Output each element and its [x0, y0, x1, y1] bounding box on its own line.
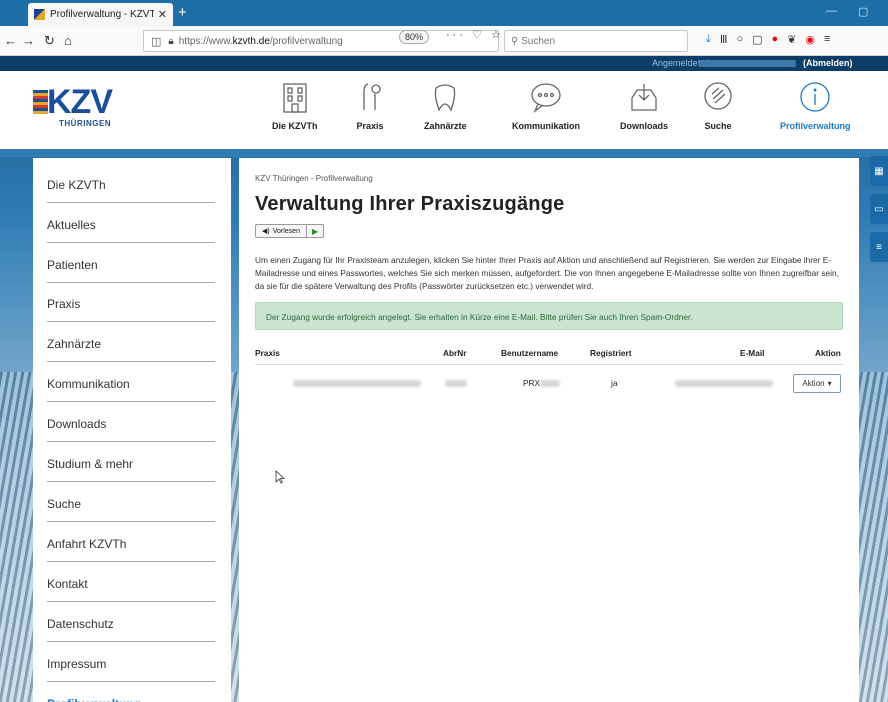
- kzv-favicon-icon: [34, 9, 45, 20]
- play-icon[interactable]: ▶: [307, 225, 323, 237]
- logo-flag-icon: [33, 90, 48, 114]
- tracking-shield-icon[interactable]: ◫: [151, 35, 161, 48]
- download-icon[interactable]: ⤓: [706, 33, 711, 46]
- topnav-kommunikation[interactable]: Kommunikation: [512, 79, 580, 143]
- topnav-suche[interactable]: Suche: [700, 79, 736, 143]
- sidenav-item-impressum[interactable]: Impressum: [47, 643, 215, 682]
- minimize-button[interactable]: —: [826, 5, 837, 17]
- reload-icon[interactable]: ↻: [44, 33, 55, 49]
- browser-tabbar: Profilverwaltung - KZVThüringen ✕ + — ▢: [0, 0, 888, 26]
- success-alert: Der Zugang wurde erfolgreich angelegt. S…: [255, 302, 843, 330]
- monitor-tab-icon[interactable]: ▭: [870, 194, 888, 224]
- extension-icons: ⤓ Ⅲ ○ ▢ ● ❦ ◉ ≡: [706, 33, 830, 46]
- speaker-icon: ◀): [262, 228, 270, 235]
- browser-toolbar: ← → ↻ ⌂ ◫ 🔒︎ https://www.kzvth.de/profil…: [0, 26, 888, 56]
- tooth-icon: [427, 79, 463, 115]
- sidenav-item-suche[interactable]: Suche: [47, 483, 215, 522]
- column-header-aktion: Aktion: [815, 348, 841, 358]
- maximize-button[interactable]: ▢: [858, 5, 868, 18]
- column-header-email: E-Mail: [740, 348, 765, 358]
- sidebar-icon[interactable]: ▢: [752, 33, 762, 46]
- topnav-downloads[interactable]: Downloads: [620, 79, 668, 143]
- logo-subtext: THÜRINGEN: [59, 119, 112, 128]
- sidenav-item-die-kzvth[interactable]: Die KZVTh: [47, 164, 215, 203]
- table-header-divider: [255, 364, 843, 365]
- page-actions-icon[interactable]: ··· ♡ ☆: [446, 28, 504, 41]
- sidenav-item-praxis[interactable]: Praxis: [47, 283, 215, 322]
- header-band: [0, 149, 888, 157]
- sidenav-item-profilverwaltung[interactable]: Profilverwaltung: [47, 683, 215, 702]
- download-tray-icon: [626, 79, 662, 115]
- sidenav-item-kommunikation[interactable]: Kommunikation: [47, 363, 215, 402]
- sidenav-item-downloads[interactable]: Downloads: [47, 403, 215, 442]
- extension-icon[interactable]: ❦: [787, 33, 796, 46]
- ublock-icon[interactable]: ◉: [805, 33, 815, 46]
- web-page: Angemeldet als (Abmelden) KZV THÜRINGEN …: [0, 56, 888, 702]
- sidenav-item-datenschutz[interactable]: Datenschutz: [47, 603, 215, 642]
- topnav-profilverwaltung[interactable]: Profilverwaltung: [780, 79, 851, 143]
- username-cell: PRX: [523, 378, 541, 388]
- sync-icon[interactable]: ○: [736, 33, 743, 46]
- search-input[interactable]: ⚲ Suchen: [504, 30, 688, 52]
- email-redacted: [675, 380, 773, 387]
- column-header-abrnr: AbrNr: [443, 348, 467, 358]
- logout-link[interactable]: (Abmelden): [803, 58, 853, 68]
- browser-tab[interactable]: Profilverwaltung - KZVThüringen ✕: [28, 3, 173, 26]
- building-icon: [277, 79, 313, 115]
- abrnr-redacted: [445, 380, 467, 387]
- info-icon: [797, 79, 833, 115]
- lock-icon[interactable]: 🔒︎: [168, 36, 173, 47]
- kzv-logo[interactable]: KZV THÜRINGEN: [33, 81, 123, 133]
- topnav-die-kzvth[interactable]: Die KZVTh: [272, 79, 318, 143]
- mouse-cursor-icon: [275, 470, 285, 484]
- site-header: KZV THÜRINGEN Die KZVTh Praxis Zahnärzte: [0, 71, 888, 149]
- topnav-praxis[interactable]: Praxis: [352, 79, 388, 143]
- sidenav-item-zahnaerzte[interactable]: Zahnärzte: [47, 323, 215, 362]
- read-aloud-button[interactable]: ◀) Vorlesen ▶: [255, 224, 325, 238]
- side-navigation: Die KZVTh Aktuelles Patienten Praxis Zah…: [33, 158, 231, 702]
- forward-icon[interactable]: →: [22, 33, 35, 48]
- praxis-name-redacted: [293, 380, 421, 387]
- column-header-registriert: Registriert: [590, 348, 632, 358]
- tab-title: Profilverwaltung - KZVThüringen: [50, 9, 154, 20]
- username-suffix-redacted: [540, 380, 560, 387]
- page-title: Verwaltung Ihrer Praxiszugänge: [255, 193, 565, 215]
- logo-text: KZV: [47, 83, 113, 121]
- sidenav-item-studium[interactable]: Studium & mehr: [47, 443, 215, 482]
- sidenav-item-kontakt[interactable]: Kontakt: [47, 563, 215, 602]
- adblock-icon[interactable]: ●: [772, 33, 779, 46]
- menu-tab-icon[interactable]: ≡: [870, 232, 888, 262]
- dental-tools-icon: [352, 79, 388, 115]
- home-icon[interactable]: ⌂: [64, 33, 72, 48]
- column-header-praxis: Praxis: [255, 348, 280, 358]
- main-content: KZV Thüringen - Profilverwaltung Verwalt…: [239, 158, 859, 702]
- library-icon[interactable]: Ⅲ: [720, 33, 728, 46]
- breadcrumb: KZV Thüringen - Profilverwaltung: [255, 174, 373, 183]
- read-aloud-label: Vorlesen: [272, 227, 300, 235]
- aktion-dropdown-button[interactable]: Aktion ▾: [793, 374, 841, 393]
- registered-cell: ja: [611, 378, 618, 388]
- caret-down-icon: ▾: [827, 379, 832, 388]
- close-tab-icon[interactable]: ✕: [158, 8, 167, 21]
- logged-in-user: [698, 60, 796, 67]
- column-header-benutzername: Benutzername: [501, 348, 559, 358]
- calendar-tab-icon[interactable]: ▦: [870, 156, 888, 186]
- intro-text: Um einen Zugang für Ihr Praxisteam anzul…: [255, 255, 839, 291]
- search-placeholder: Suchen: [521, 35, 556, 47]
- sidenav-item-patienten[interactable]: Patienten: [47, 244, 215, 283]
- new-tab-button[interactable]: +: [178, 4, 187, 21]
- menu-icon[interactable]: ≡: [824, 33, 830, 46]
- url-text: https://www.kzvth.de/profilverwaltung: [178, 35, 343, 47]
- back-icon[interactable]: ←: [4, 33, 17, 48]
- search-icon: [700, 79, 736, 115]
- zoom-indicator[interactable]: 80%: [399, 30, 430, 44]
- chat-bubble-icon: [528, 79, 564, 115]
- sidenav-item-aktuelles[interactable]: Aktuelles: [47, 204, 215, 243]
- login-bar: Angemeldet als (Abmelden): [0, 56, 888, 71]
- search-icon: ⚲: [511, 35, 522, 47]
- topnav-zahnaerzte[interactable]: Zahnärzte: [424, 79, 467, 143]
- sidenav-item-anfahrt[interactable]: Anfahrt KZVTh: [47, 523, 215, 562]
